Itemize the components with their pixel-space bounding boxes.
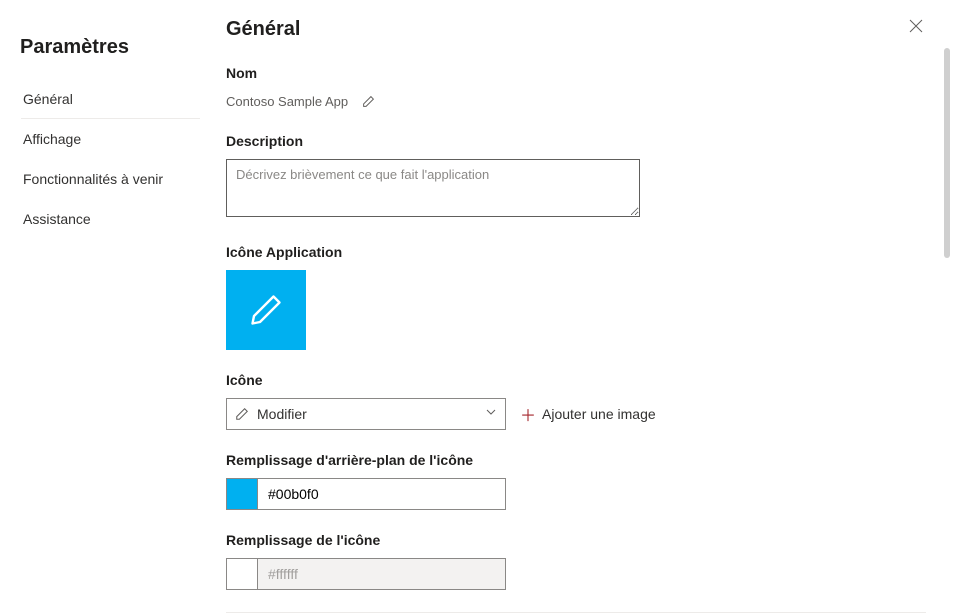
main-panel: Général Nom Contoso Sample App Descripti… — [218, 0, 958, 615]
close-button[interactable] — [904, 14, 928, 38]
add-image-button[interactable]: ＋ Ajouter une image — [520, 402, 656, 426]
pencil-icon — [235, 407, 249, 421]
add-image-label: Ajouter une image — [542, 406, 656, 422]
pencil-icon — [362, 95, 375, 108]
icon-color-input[interactable] — [258, 558, 506, 590]
chevron-down-icon — [485, 405, 497, 423]
app-name-value: Contoso Sample App — [226, 94, 348, 109]
icon-dropdown[interactable]: Modifier — [226, 398, 506, 430]
nav-item-affichage[interactable]: Affichage — [0, 119, 218, 159]
icon-row: Modifier ＋ Ajouter une image — [226, 398, 926, 430]
edit-name-button[interactable] — [358, 91, 378, 111]
nav-item-assistance[interactable]: Assistance — [0, 199, 218, 239]
pencil-icon — [248, 292, 284, 328]
nav-item-general[interactable]: Général — [0, 79, 218, 119]
icon-color-swatch[interactable] — [226, 558, 258, 590]
app-icon-label: Icône Application — [226, 244, 926, 260]
plus-icon: ＋ — [520, 402, 536, 426]
icon-label: Icône — [226, 372, 926, 388]
bg-color-swatch[interactable] — [226, 478, 258, 510]
icon-fill-row — [226, 558, 926, 590]
app-icon-preview — [226, 270, 306, 350]
icon-dropdown-value: Modifier — [257, 406, 307, 422]
scrollbar[interactable] — [944, 48, 950, 258]
bg-fill-label: Remplissage d'arrière-plan de l'icône — [226, 452, 926, 468]
sidebar-title: Paramètres — [0, 24, 218, 79]
close-icon — [908, 18, 924, 34]
page-title: Général — [226, 18, 926, 41]
description-label: Description — [226, 133, 926, 149]
sidebar: Paramètres Général Affichage Fonctionnal… — [0, 0, 218, 615]
name-row: Contoso Sample App — [226, 91, 926, 111]
nav-item-fonctionnalites[interactable]: Fonctionnalités à venir — [0, 159, 218, 199]
bg-color-input[interactable] — [258, 478, 506, 510]
icon-fill-label: Remplissage de l'icône — [226, 532, 926, 548]
description-input[interactable] — [226, 159, 640, 217]
bg-fill-row — [226, 478, 926, 510]
name-label: Nom — [226, 65, 926, 81]
